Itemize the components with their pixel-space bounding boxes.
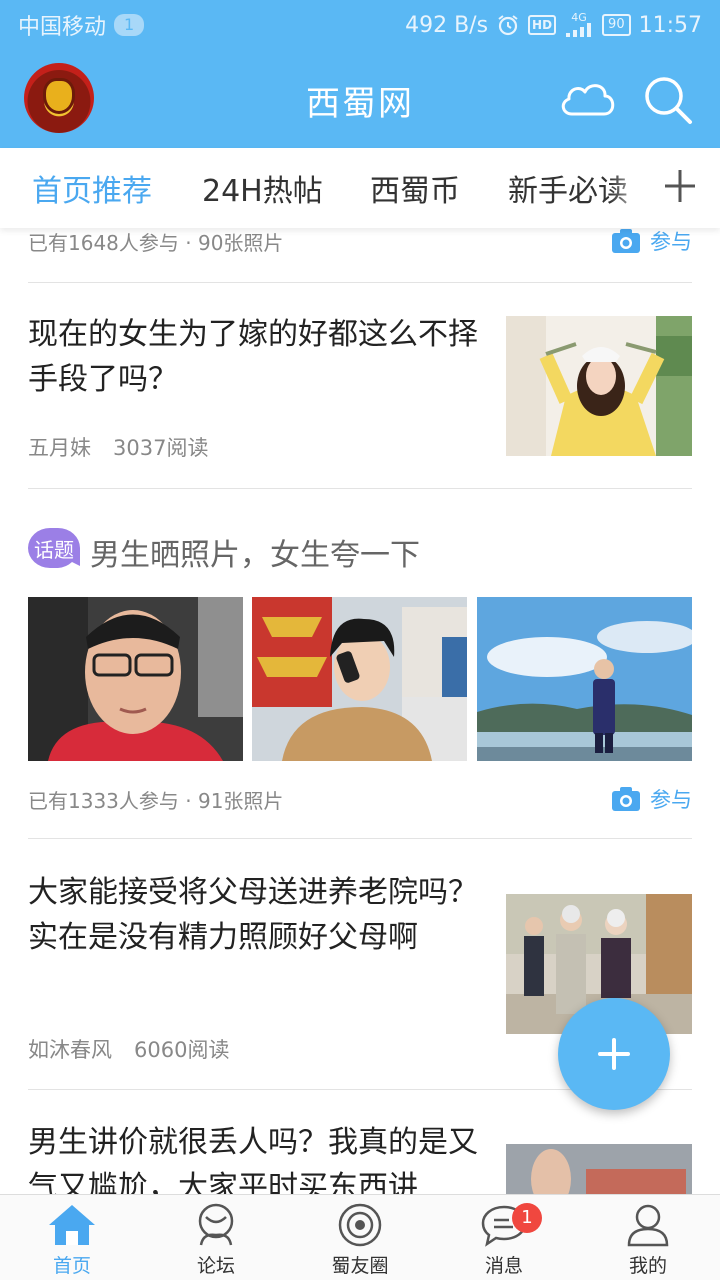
article-author: 如沐春风 xyxy=(28,1038,112,1062)
topic-meta-row: 已有1648人参与 · 90张照片 参与 xyxy=(28,228,692,256)
divider xyxy=(28,488,692,489)
nav-label: 论坛 xyxy=(196,1255,235,1277)
tab-xishu-coin[interactable]: 西蜀币 xyxy=(370,166,460,210)
divider xyxy=(28,282,692,283)
join-button[interactable]: 参与 xyxy=(612,784,692,814)
circle-icon xyxy=(338,1203,382,1247)
article-meta: 如沐春风 6060阅读 xyxy=(28,1034,229,1064)
nav-profile[interactable]: 我的 xyxy=(576,1195,720,1280)
unread-badge: 1 xyxy=(512,1203,542,1233)
sim-badge: 1 xyxy=(114,14,145,36)
signal-icon: 4G xyxy=(564,11,594,37)
nav-messages[interactable]: 消息 1 xyxy=(432,1195,576,1280)
nav-forum[interactable]: 论坛 xyxy=(144,1195,288,1280)
network-type: 4G xyxy=(571,11,587,24)
network-speed: 492 B/s xyxy=(405,12,489,38)
article-reads: 6060阅读 xyxy=(134,1038,230,1062)
create-post-button[interactable] xyxy=(558,998,670,1110)
tab-home-recommend[interactable]: 首页推荐 xyxy=(32,166,152,210)
tab-24h-hot[interactable]: 24H热帖 xyxy=(202,166,323,210)
topic-photo[interactable] xyxy=(28,597,243,761)
battery-icon: 90 xyxy=(602,14,631,36)
add-tab-button[interactable] xyxy=(660,164,700,208)
nav-label: 消息 xyxy=(484,1255,523,1277)
article-title[interactable]: 现在的女生为了嫁的好都这么不择手段了吗？ xyxy=(28,312,488,402)
join-button[interactable]: 参与 xyxy=(612,228,692,256)
carrier-name: 中国移动 xyxy=(18,15,107,40)
join-label: 参与 xyxy=(650,230,692,254)
article-thumbnail[interactable] xyxy=(506,1144,692,1194)
camera-icon xyxy=(612,229,640,253)
topic-badge-label: 话题 xyxy=(34,538,74,562)
nav-label: 蜀友圈 xyxy=(331,1255,389,1277)
topic-photo[interactable] xyxy=(252,597,467,761)
article-thumbnail[interactable] xyxy=(506,316,692,456)
camera-icon xyxy=(612,787,640,811)
topic-meta-row: 已有1333人参与 · 91张照片 参与 xyxy=(28,784,692,814)
weather-button[interactable] xyxy=(558,76,618,120)
search-icon xyxy=(645,77,692,124)
nav-label: 首页 xyxy=(52,1255,91,1277)
status-bar: 中国移动 1 492 B/s HD 4G 90 11:57 xyxy=(0,0,720,50)
article-title[interactable]: 大家能接受将父母送进养老院吗？实在是没有精力照顾好父母啊 xyxy=(28,870,488,960)
search-button[interactable] xyxy=(642,74,694,126)
app-header: 西蜀网 xyxy=(0,50,720,148)
article-reads: 3037阅读 xyxy=(113,436,209,460)
participation-text: 已有1648人参与 · 90张照片 xyxy=(28,230,284,255)
topic-photo[interactable] xyxy=(477,597,692,761)
bottom-navigation: 首页 论坛 蜀友圈 消息 1 我的 xyxy=(0,1194,720,1280)
cloud-icon xyxy=(561,84,615,116)
participation-text: 已有1333人参与 · 91张照片 xyxy=(28,788,284,813)
battery-level: 90 xyxy=(608,17,625,32)
clock: 11:57 xyxy=(638,12,702,38)
hd-icon: HD xyxy=(528,15,557,35)
plus-icon xyxy=(598,1038,630,1070)
home-icon xyxy=(49,1205,95,1245)
divider xyxy=(28,838,692,839)
nav-home[interactable]: 首页 xyxy=(0,1195,144,1280)
alarm-icon xyxy=(496,13,520,37)
plus-icon xyxy=(665,170,695,202)
article-title[interactable]: 男生讲价就很丢人吗？我真的是又气又尴尬，大家平时买东西讲 xyxy=(28,1120,488,1194)
nav-label: 我的 xyxy=(628,1255,667,1277)
article-author: 五月妹 xyxy=(28,436,91,460)
topic-title[interactable]: 男生晒照片，女生夸一下 xyxy=(90,530,420,574)
forum-icon xyxy=(198,1203,234,1246)
tab-fade xyxy=(610,148,650,228)
article-meta: 五月妹 3037阅读 xyxy=(28,432,208,462)
nav-circle[interactable]: 蜀友圈 xyxy=(288,1195,432,1280)
profile-icon xyxy=(627,1204,669,1247)
category-tabs: 首页推荐 24H热帖 西蜀币 新手必读 xyxy=(0,148,720,228)
join-label: 参与 xyxy=(650,788,692,812)
topic-badge: 话题 xyxy=(28,528,80,570)
